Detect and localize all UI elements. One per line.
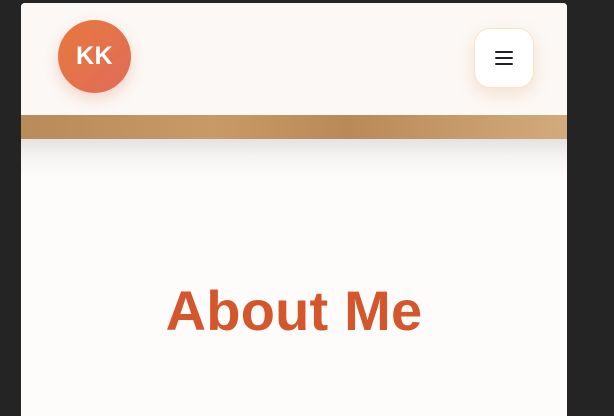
app-screen: KK About Me	[21, 3, 567, 416]
divider-shadow	[21, 139, 567, 179]
hamburger-menu-icon	[495, 51, 513, 65]
menu-button[interactable]	[474, 28, 534, 88]
avatar[interactable]: KK	[58, 20, 131, 93]
page-title: About Me	[165, 279, 423, 342]
avatar-initials: KK	[75, 42, 114, 70]
header-divider-band	[21, 115, 567, 139]
site-header: KK	[21, 3, 567, 115]
